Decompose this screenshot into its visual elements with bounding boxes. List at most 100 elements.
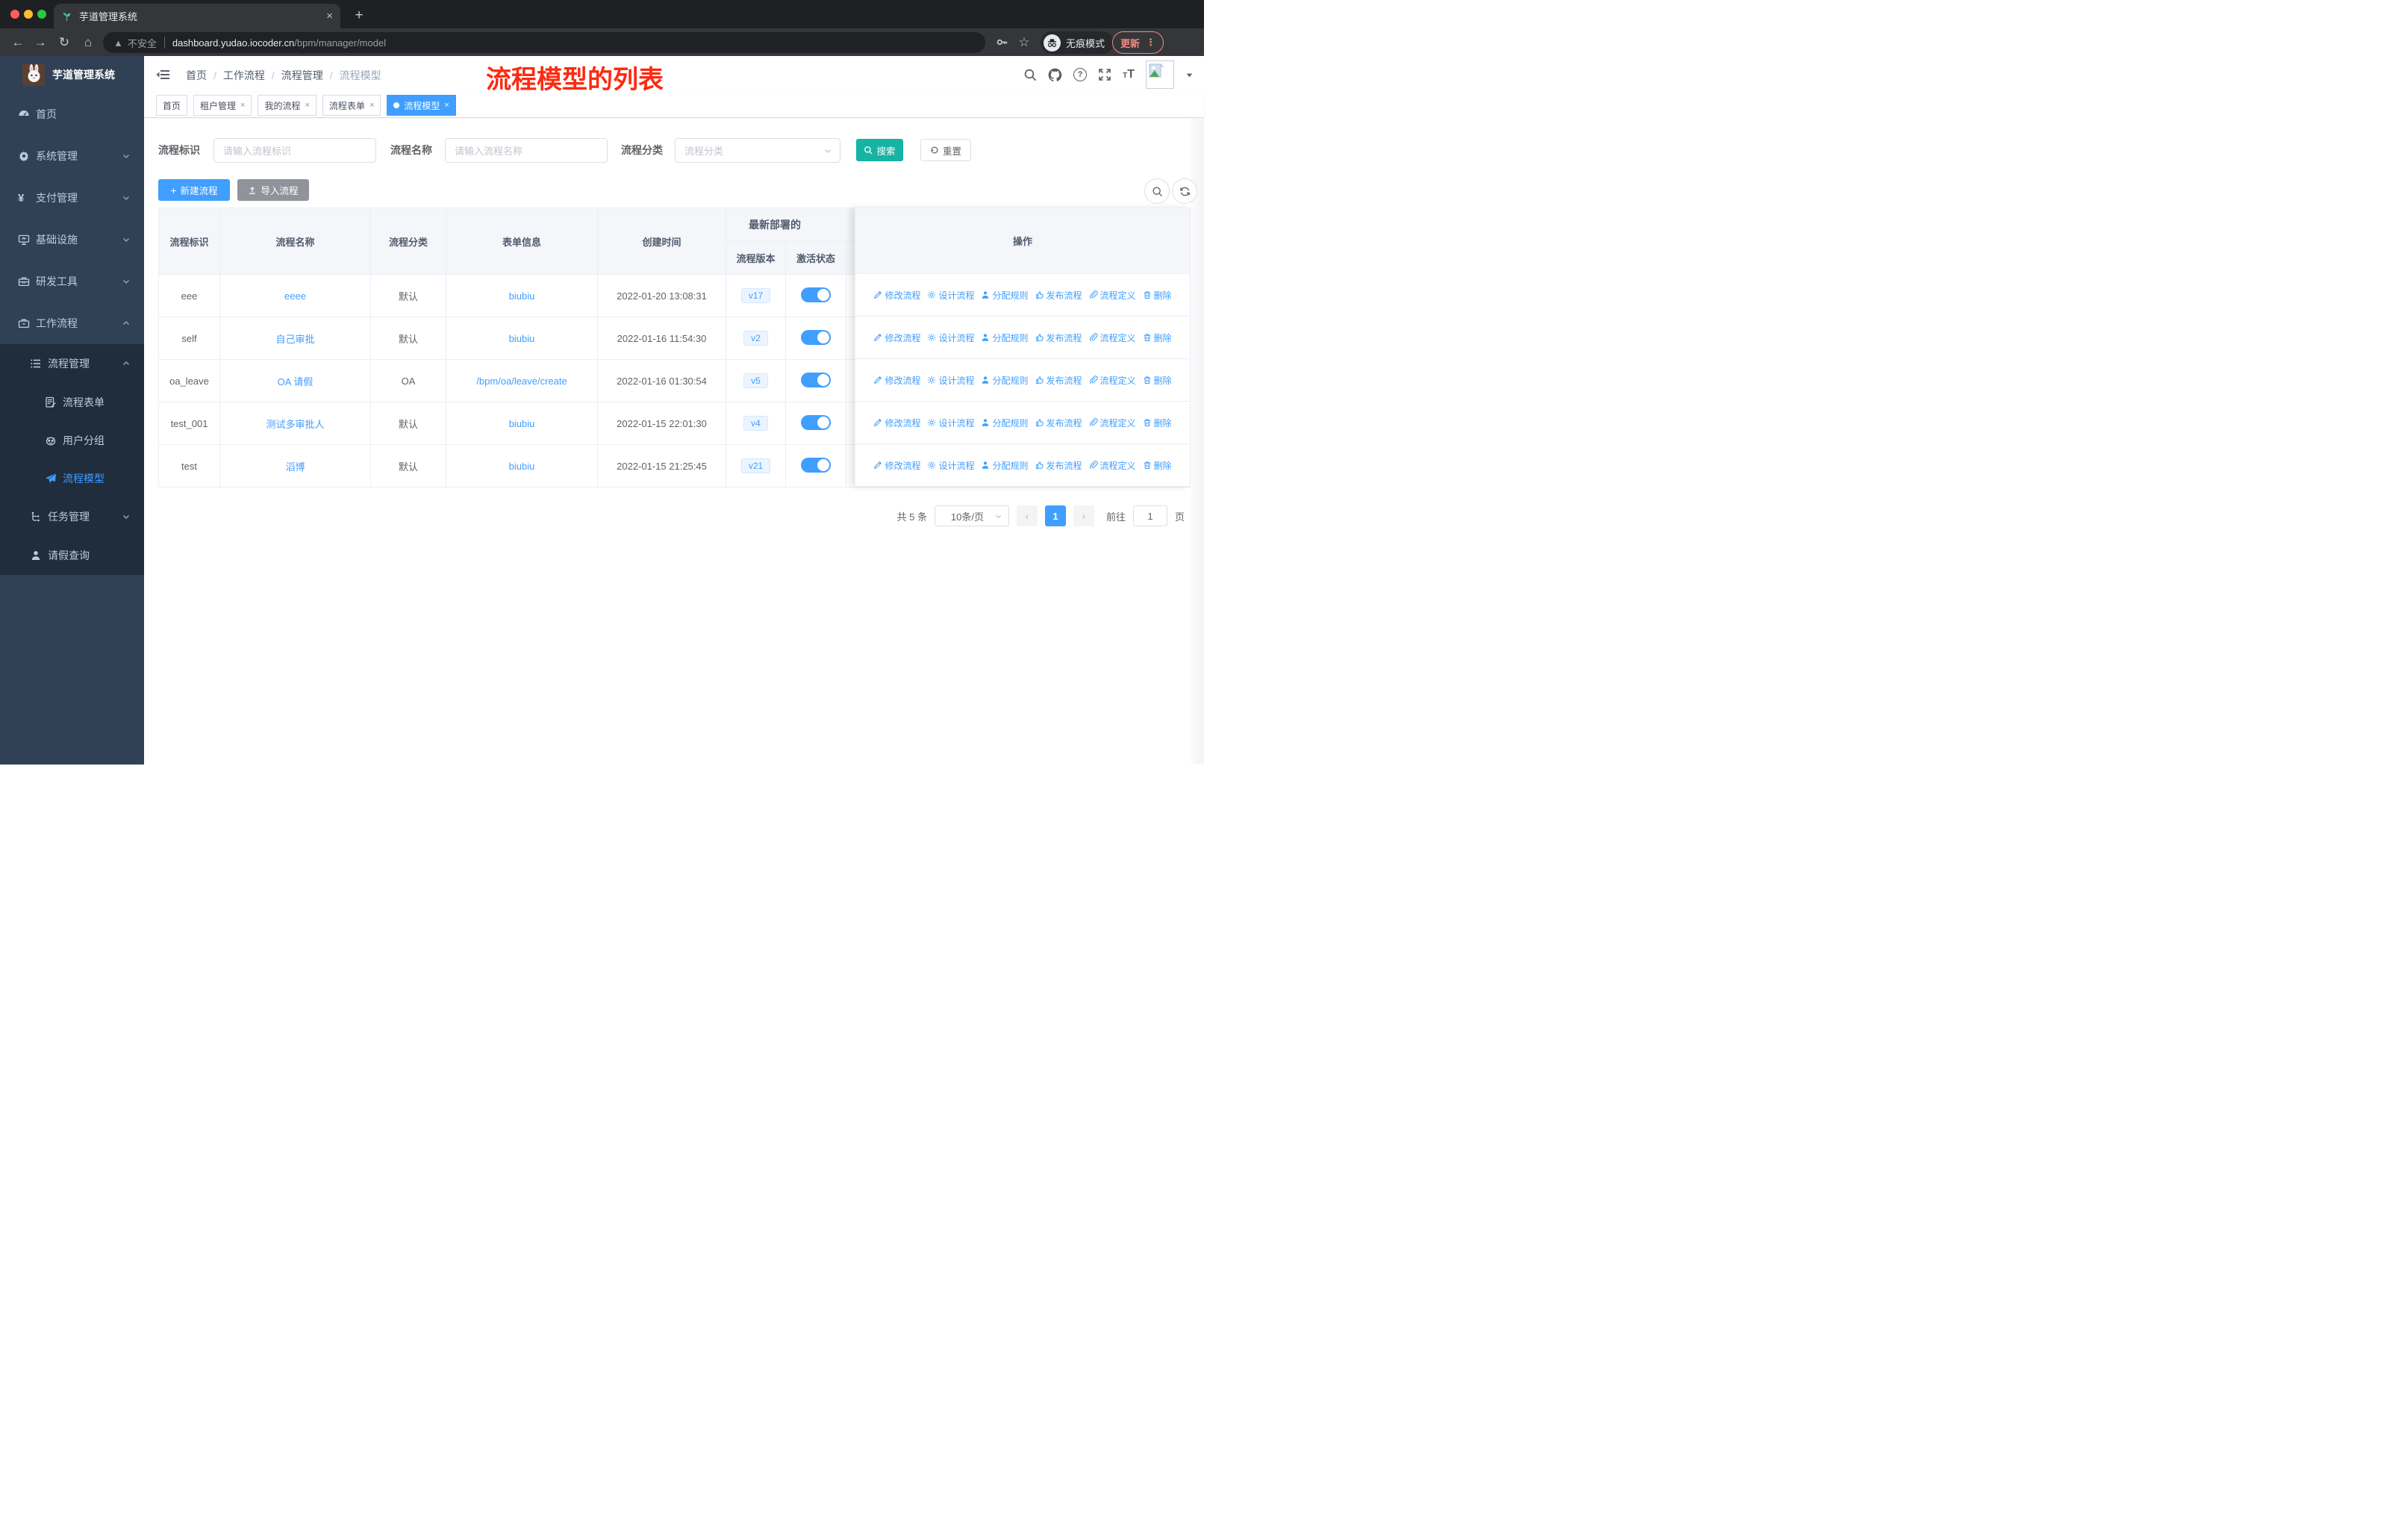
caret-down-icon[interactable] — [1185, 71, 1194, 79]
tag-close-icon[interactable]: × — [444, 101, 449, 110]
action-design-link[interactable]: 设计流程 — [927, 289, 974, 302]
action-modify-link[interactable]: 修改流程 — [873, 289, 920, 302]
action-design-link[interactable]: 设计流程 — [927, 374, 974, 387]
sidebar-item-home[interactable]: 首页 — [0, 93, 144, 135]
reset-button[interactable]: 重置 — [920, 139, 971, 161]
sidebar-fold-icon[interactable] — [156, 68, 169, 81]
process-name-link[interactable]: 测试多审批人 — [266, 419, 324, 430]
action-design-link[interactable]: 设计流程 — [927, 459, 974, 472]
new-tab-button[interactable]: + — [349, 6, 369, 25]
active-toggle[interactable] — [801, 457, 831, 473]
prev-page-button[interactable]: ‹ — [1016, 505, 1038, 526]
action-modify-link[interactable]: 修改流程 — [873, 459, 920, 472]
avatar[interactable] — [1146, 60, 1174, 89]
sidebar-item-devtools[interactable]: 研发工具 — [0, 261, 144, 302]
action-deploy-link[interactable]: 发布流程 — [1035, 417, 1082, 429]
help-icon[interactable]: ? — [1073, 68, 1088, 81]
action-assign-rule-link[interactable]: 分配规则 — [981, 374, 1029, 387]
action-assign-rule-link[interactable]: 分配规则 — [981, 459, 1029, 472]
sidebar-item-leave-query[interactable]: 请假查询 — [0, 536, 144, 575]
tag-home[interactable]: 首页 — [156, 95, 188, 116]
home-icon[interactable]: ⌂ — [78, 28, 99, 56]
action-modify-link[interactable]: 修改流程 — [873, 374, 920, 387]
window-close-dot[interactable] — [10, 10, 19, 19]
form-info-link[interactable]: /bpm/oa/leave/create — [476, 376, 567, 387]
reload-icon[interactable]: ↻ — [54, 28, 75, 56]
search-button[interactable]: 搜索 — [856, 139, 903, 161]
sidebar-item-process-model[interactable]: 流程模型 — [0, 459, 144, 497]
process-name-link[interactable]: eeee — [284, 290, 306, 302]
tab-close-icon[interactable]: × — [326, 10, 333, 22]
action-assign-rule-link[interactable]: 分配规则 — [981, 289, 1029, 302]
security-label[interactable]: 不安全 — [128, 36, 157, 50]
github-icon[interactable] — [1048, 68, 1062, 82]
action-design-link[interactable]: 设计流程 — [927, 417, 974, 429]
refresh-button[interactable] — [1172, 178, 1197, 204]
action-modify-link[interactable]: 修改流程 — [873, 331, 920, 344]
sidebar-item-process-management[interactable]: 流程管理 — [0, 344, 144, 383]
sidebar-item-infrastructure[interactable]: 基础设施 — [0, 219, 144, 261]
chrome-menu-icon[interactable]: ⋮ — [1146, 37, 1155, 49]
action-delete-link[interactable]: 删除 — [1143, 374, 1172, 387]
create-process-button[interactable]: + 新建流程 — [158, 179, 230, 201]
process-name-input[interactable]: 请输入流程名称 — [445, 138, 608, 163]
action-definition-link[interactable]: 流程定义 — [1089, 331, 1136, 344]
font-size-icon[interactable]: TT — [1123, 68, 1135, 81]
tag-tenant[interactable]: 租户管理 × — [193, 95, 252, 116]
action-definition-link[interactable]: 流程定义 — [1089, 374, 1136, 387]
process-key-input[interactable]: 请输入流程标识 — [213, 138, 376, 163]
form-info-link[interactable]: biubiu — [509, 333, 535, 344]
show-search-toggle-button[interactable] — [1144, 178, 1170, 204]
action-delete-link[interactable]: 删除 — [1143, 331, 1172, 344]
bookmark-star-icon[interactable]: ☆ — [1014, 28, 1035, 56]
chrome-update-button[interactable]: 更新 ⋮ — [1112, 31, 1164, 54]
action-delete-link[interactable]: 删除 — [1143, 459, 1172, 472]
logo-row[interactable]: 芋道管理系统 — [0, 56, 144, 93]
key-icon[interactable] — [991, 28, 1012, 56]
breadcrumb-workflow[interactable]: 工作流程 — [223, 68, 265, 83]
form-info-link[interactable]: biubiu — [509, 461, 535, 472]
process-name-link[interactable]: 滔博 — [285, 461, 305, 473]
active-toggle[interactable] — [801, 287, 831, 302]
tag-process-form[interactable]: 流程表单 × — [322, 95, 381, 116]
search-icon[interactable] — [1023, 68, 1037, 81]
tag-my-process[interactable]: 我的流程 × — [258, 95, 316, 116]
back-icon[interactable]: ← — [7, 28, 28, 56]
active-toggle[interactable] — [801, 414, 831, 430]
window-zoom-dot[interactable] — [37, 10, 46, 19]
process-name-link[interactable]: OA 请假 — [278, 376, 314, 387]
sidebar-item-workflow[interactable]: 工作流程 — [0, 302, 144, 344]
action-definition-link[interactable]: 流程定义 — [1089, 459, 1136, 472]
action-assign-rule-link[interactable]: 分配规则 — [981, 331, 1029, 344]
active-toggle[interactable] — [801, 372, 831, 387]
tag-process-model[interactable]: 流程模型 × — [387, 95, 456, 116]
breadcrumb-process-management[interactable]: 流程管理 — [281, 68, 323, 83]
import-process-button[interactable]: 导入流程 — [237, 179, 309, 201]
action-delete-link[interactable]: 删除 — [1143, 417, 1172, 429]
action-deploy-link[interactable]: 发布流程 — [1035, 459, 1082, 472]
action-design-link[interactable]: 设计流程 — [927, 331, 974, 344]
next-page-button[interactable]: › — [1073, 505, 1094, 526]
sidebar-item-system[interactable]: 系统管理 — [0, 135, 144, 177]
form-info-link[interactable]: biubiu — [509, 418, 535, 429]
action-definition-link[interactable]: 流程定义 — [1089, 289, 1136, 302]
action-assign-rule-link[interactable]: 分配规则 — [981, 417, 1029, 429]
forward-icon[interactable]: → — [30, 28, 51, 56]
breadcrumb-home[interactable]: 首页 — [186, 68, 207, 83]
process-category-select[interactable]: 流程分类 — [675, 138, 840, 163]
page-size-select[interactable]: 10条/页 — [934, 505, 1009, 526]
goto-page-input[interactable]: 1 — [1132, 505, 1167, 526]
sidebar-item-payment[interactable]: ¥ 支付管理 — [0, 177, 144, 219]
process-name-link[interactable]: 自己审批 — [275, 334, 314, 345]
active-toggle[interactable] — [801, 329, 831, 345]
action-deploy-link[interactable]: 发布流程 — [1035, 289, 1082, 302]
url-bar[interactable]: ▲ 不安全 dashboard.yudao.iocoder.cn/bpm/man… — [103, 32, 985, 53]
browser-tab[interactable]: 芋道管理系统 × — [54, 4, 340, 28]
sidebar-item-user-group[interactable]: 用户分组 — [0, 421, 144, 459]
action-definition-link[interactable]: 流程定义 — [1089, 417, 1136, 429]
sidebar-item-task-management[interactable]: 任务管理 — [0, 497, 144, 536]
window-minimize-dot[interactable] — [24, 10, 33, 19]
fullscreen-icon[interactable] — [1098, 68, 1111, 81]
page-1-button[interactable]: 1 — [1044, 505, 1066, 526]
action-delete-link[interactable]: 删除 — [1143, 289, 1172, 302]
